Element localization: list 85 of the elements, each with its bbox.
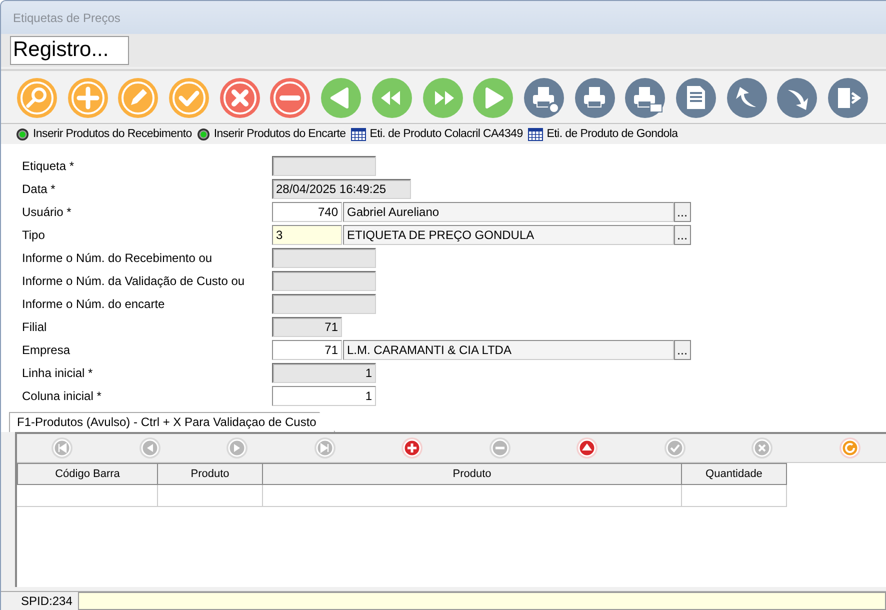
fast-forward-icon xyxy=(314,437,336,459)
toolbar-button[interactable] xyxy=(522,77,565,119)
window-title: Etiquetas de Preços xyxy=(13,10,120,24)
toolbar-button[interactable] xyxy=(117,77,160,119)
plus-icon xyxy=(66,77,109,119)
toolbar-button[interactable] xyxy=(472,77,514,119)
column-header[interactable]: Quantidade xyxy=(682,463,787,485)
form-title: Registro... xyxy=(10,36,129,65)
ellipsis-icon xyxy=(678,237,687,240)
column-header[interactable]: Produto xyxy=(263,463,682,485)
toolbar-button[interactable] xyxy=(218,77,261,119)
name-field[interactable]: Gabriel Aureliano xyxy=(343,202,674,222)
printer-magnifier-icon xyxy=(522,77,565,119)
navigator-button[interactable] xyxy=(401,437,423,459)
toolbar-button[interactable] xyxy=(776,77,818,119)
rewind-icon xyxy=(370,77,413,119)
toolbar-button[interactable] xyxy=(320,77,362,119)
toolbar-button[interactable] xyxy=(726,77,768,119)
document-arrows-icon xyxy=(827,77,869,119)
checkmark-icon xyxy=(664,437,686,459)
field-label: Linha inicial * xyxy=(22,366,94,380)
refresh-icon xyxy=(838,437,860,459)
toolbar-button[interactable] xyxy=(269,77,312,119)
minus-icon xyxy=(488,437,510,459)
menu-link[interactable]: Eti. de Produto Colacril CA4349 xyxy=(350,128,523,140)
input-field[interactable]: 1 xyxy=(272,386,376,406)
field-label: Informe o Núm. da Validação de Custo ou xyxy=(22,274,246,288)
status-label: SPID:234 xyxy=(20,593,74,610)
toolbar-button[interactable] xyxy=(66,77,109,119)
ellipsis-icon xyxy=(678,214,687,217)
menu-link[interactable]: Inserir Produtos do Encarte xyxy=(196,128,346,140)
column-header[interactable]: Código Barra xyxy=(17,463,158,485)
status-light-icon xyxy=(196,128,210,140)
field-label: Informe o Núm. do Recebimento ou xyxy=(22,251,214,265)
navigator-button[interactable] xyxy=(838,437,860,459)
lookup-button[interactable] xyxy=(674,202,691,222)
field-label: Data * xyxy=(22,182,56,196)
toolbar-button[interactable] xyxy=(370,77,413,119)
field-label: Usuário * xyxy=(22,205,72,219)
toolbar-button[interactable] xyxy=(674,77,717,119)
printer-icon xyxy=(574,77,616,119)
toolbar-button[interactable] xyxy=(16,77,58,119)
printer-envelope-icon xyxy=(624,77,666,119)
toolbar-button[interactable] xyxy=(168,77,210,119)
field-label: Filial xyxy=(22,320,48,334)
curved-arrow-left-icon xyxy=(726,77,768,119)
column-header[interactable]: Produto xyxy=(158,463,263,485)
toolbar-button[interactable] xyxy=(422,77,464,119)
code-field[interactable]: 3 xyxy=(272,225,342,245)
right-triangle-icon xyxy=(226,437,248,459)
field-label: Tipo xyxy=(22,228,46,242)
calendar-icon xyxy=(528,128,543,140)
status-light-icon xyxy=(16,128,29,140)
navigator-button[interactable] xyxy=(576,437,598,459)
field-label: Etiqueta * xyxy=(22,159,76,173)
checkmark-icon xyxy=(168,77,210,119)
menu-link[interactable]: Inserir Produtos do Recebimento xyxy=(16,128,192,140)
close-icon xyxy=(218,77,261,119)
pencil-icon xyxy=(117,77,160,119)
toolbar-button[interactable] xyxy=(624,77,666,119)
code-field[interactable]: 71 xyxy=(272,340,342,360)
name-field[interactable]: L.M. CARAMANTI & CIA LTDA xyxy=(343,340,674,360)
rewind-icon xyxy=(51,437,73,459)
field-label: Empresa xyxy=(22,343,72,357)
code-field[interactable]: 740 xyxy=(272,202,342,222)
field-label: Informe o Núm. do encarte xyxy=(22,297,166,311)
plus-icon xyxy=(401,437,423,459)
left-triangle-icon xyxy=(138,437,160,459)
lookup-button[interactable] xyxy=(674,225,691,245)
close-icon xyxy=(751,437,773,459)
ellipsis-icon xyxy=(678,352,687,355)
calendar-icon xyxy=(350,128,366,140)
minus-icon xyxy=(269,77,312,119)
up-triangle-icon xyxy=(576,437,598,459)
lookup-button[interactable] xyxy=(674,340,691,360)
search-icon xyxy=(16,77,58,119)
field-label: Coluna inicial * xyxy=(22,389,102,403)
tab[interactable]: F1-Produtos (Avulso) - Ctrl + X Para Validaçao de Custo xyxy=(9,412,336,432)
menu-link[interactable]: Eti. de Produto de Gondola xyxy=(528,128,678,140)
document-icon xyxy=(674,77,717,119)
name-field[interactable]: ETIQUETA DE PREÇO GONDULA xyxy=(343,225,674,245)
fast-forward-icon xyxy=(422,77,464,119)
curved-arrow-right-icon xyxy=(776,77,818,119)
toolbar-button[interactable] xyxy=(574,77,616,119)
toolbar-button[interactable] xyxy=(827,77,869,119)
